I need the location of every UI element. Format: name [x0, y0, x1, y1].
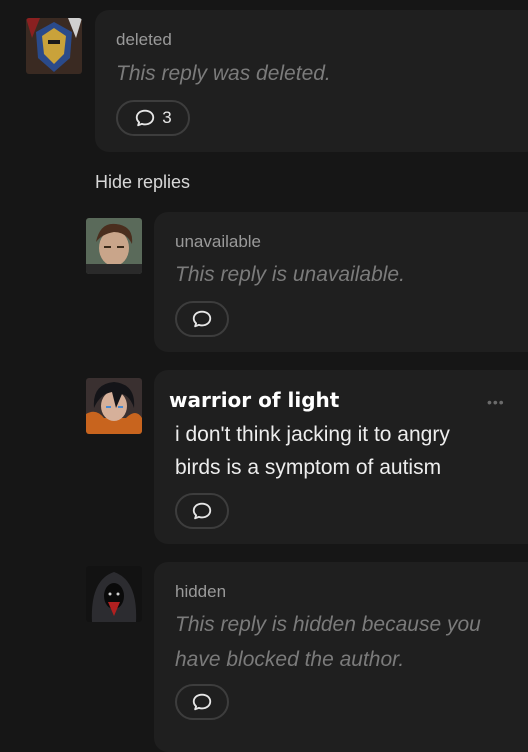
reply-text-line-2: birds is a symptom of autism: [175, 456, 442, 479]
avatar-deleted-user[interactable]: [26, 18, 82, 74]
deleted-reply-card: deleted This reply was deleted. 3: [95, 10, 528, 152]
warrior-reply-card: warrior of light ••• i don't think jacki…: [154, 370, 528, 544]
comment-bubble-icon: [192, 310, 212, 328]
unavailable-reply-card: unavailable This reply is unavailable.: [154, 212, 528, 352]
comment-bubble-icon: [136, 109, 155, 127]
reply-button[interactable]: [175, 493, 229, 529]
reply-button[interactable]: [175, 301, 229, 337]
avatar-warrior-of-light[interactable]: [86, 378, 142, 434]
dark-haired-warrior-avatar-icon: [86, 378, 142, 434]
armored-knight-avatar-icon: [26, 18, 82, 74]
avatar-unavailable-user[interactable]: [86, 218, 142, 274]
reply-author: unavailable: [175, 232, 262, 251]
reply-text-line-1: i don't think jacking it to angry: [175, 423, 450, 446]
brown-haired-man-avatar-icon: [86, 218, 142, 274]
reply-button[interactable]: [175, 684, 229, 720]
comment-bubble-icon: [192, 693, 212, 711]
reply-placeholder-line-2: have blocked the author.: [175, 648, 405, 671]
reply-placeholder-text: This reply is unavailable.: [175, 263, 405, 286]
reply-author: deleted: [116, 30, 172, 49]
hidden-reply-card: hidden This reply is hidden because you …: [154, 562, 528, 752]
reply-author: hidden: [175, 582, 227, 601]
hooded-figure-avatar-icon: [86, 566, 142, 622]
reply-author[interactable]: warrior of light: [169, 388, 339, 412]
reply-count-button[interactable]: 3: [116, 100, 190, 136]
reply-count: 3: [162, 108, 172, 127]
avatar-hidden-user[interactable]: [86, 566, 142, 622]
reply-placeholder-text: This reply was deleted.: [116, 62, 331, 85]
reply-placeholder-line-1: This reply is hidden because you: [175, 613, 481, 636]
more-options-icon[interactable]: •••: [487, 394, 505, 410]
comment-bubble-icon: [192, 502, 212, 520]
hide-replies-button[interactable]: Hide replies: [95, 172, 190, 193]
